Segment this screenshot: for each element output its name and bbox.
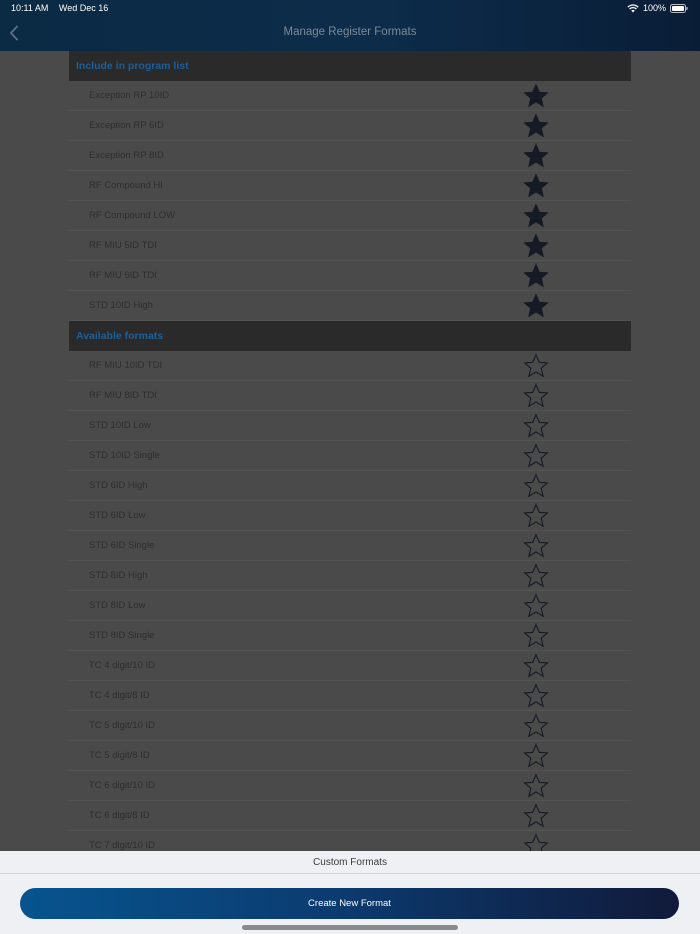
star-outline-icon[interactable] xyxy=(523,682,549,709)
home-indicator xyxy=(242,925,458,930)
page-title: Manage Register Formats xyxy=(283,26,417,38)
list-item[interactable]: TC 5 digit/8 ID xyxy=(69,741,631,771)
list-item-label: TC 6 digit/10 ID xyxy=(89,780,155,791)
list-item-label: TC 7 digit/10 ID xyxy=(89,840,155,851)
battery-icon xyxy=(670,3,688,13)
star-outline-icon[interactable] xyxy=(523,622,549,649)
star-outline-icon[interactable] xyxy=(523,712,549,739)
star-outline-icon[interactable] xyxy=(523,652,549,679)
star-filled-icon[interactable] xyxy=(523,112,549,139)
list-item[interactable]: TC 7 digit/10 ID xyxy=(69,831,631,851)
star-outline-icon[interactable] xyxy=(523,772,549,799)
formats-list-scroll[interactable]: Include in program list Exception RP 10ID… xyxy=(0,51,700,851)
list-item-label: RF MIU 10ID TDI xyxy=(89,360,163,371)
list-item[interactable]: STD 8ID Low xyxy=(69,591,631,621)
star-filled-icon[interactable] xyxy=(523,202,549,229)
list-item-label: STD 6ID Low xyxy=(89,510,146,521)
star-filled-icon[interactable] xyxy=(523,292,549,319)
star-outline-icon[interactable] xyxy=(523,802,549,829)
list-item-label: STD 10ID Single xyxy=(89,450,160,461)
list-item[interactable]: Exception RP 10ID xyxy=(69,81,631,111)
list-item-label: TC 5 digit/8 ID xyxy=(89,750,150,761)
list-item[interactable]: STD 8ID Single xyxy=(69,621,631,651)
list-item-label: Exception RP 8ID xyxy=(89,150,164,161)
list-item[interactable]: RF MIU 10ID TDI xyxy=(69,351,631,381)
star-outline-icon[interactable] xyxy=(523,502,549,529)
list-item[interactable]: TC 4 digit/8 ID xyxy=(69,681,631,711)
star-filled-icon[interactable] xyxy=(523,172,549,199)
list-item[interactable]: TC 4 digit/10 ID xyxy=(69,651,631,681)
list-item[interactable]: TC 5 digit/10 ID xyxy=(69,711,631,741)
star-outline-icon[interactable] xyxy=(523,532,549,559)
star-outline-icon[interactable] xyxy=(523,412,549,439)
star-outline-icon[interactable] xyxy=(523,382,549,409)
section-header: Include in program list xyxy=(69,51,631,81)
list-item-label: RF Compound HI xyxy=(89,180,163,191)
list-item-label: STD 8ID High xyxy=(89,570,148,581)
list-item-label: TC 6 digit/8 ID xyxy=(89,810,150,821)
list-item[interactable]: RF Compound HI xyxy=(69,171,631,201)
list-item[interactable]: RF MIU 5ID TDI xyxy=(69,231,631,261)
list-item-label: STD 10ID Low xyxy=(89,420,151,431)
star-outline-icon[interactable] xyxy=(523,592,549,619)
star-filled-icon[interactable] xyxy=(523,142,549,169)
list-item[interactable]: STD 8ID High xyxy=(69,561,631,591)
list-item[interactable]: RF MIU 6ID TDI xyxy=(69,261,631,291)
status-bar-right: 100% xyxy=(627,3,688,13)
status-date: Wed Dec 16 xyxy=(58,3,109,13)
list-item-label: RF MIU 8ID TDI xyxy=(89,390,157,401)
create-new-format-button[interactable]: Create New Format xyxy=(20,888,679,919)
list-item-label: Exception RP 10ID xyxy=(89,90,170,101)
star-outline-icon[interactable] xyxy=(523,562,549,589)
list-item-label: TC 4 digit/10 ID xyxy=(89,660,155,671)
list-item[interactable]: STD 10ID Single xyxy=(69,441,631,471)
custom-formats-panel: Custom Formats Create New Format xyxy=(0,851,700,934)
list-item-label: RF MIU 5ID TDI xyxy=(89,240,157,251)
list-item[interactable]: STD 6ID High xyxy=(69,471,631,501)
list-item-label: STD 8ID Single xyxy=(89,630,155,641)
list-item-label: Exception RP 6ID xyxy=(89,120,164,131)
list-item[interactable]: STD 6ID Single xyxy=(69,531,631,561)
status-bar-left: 10:11 AM Wed Dec 16 xyxy=(11,3,116,13)
star-filled-icon[interactable] xyxy=(523,82,549,109)
list-item-label: STD 6ID High xyxy=(89,480,148,491)
list-item[interactable]: RF MIU 8ID TDI xyxy=(69,381,631,411)
star-outline-icon[interactable] xyxy=(523,472,549,499)
list-item-label: RF Compound LOW xyxy=(89,210,176,221)
list-item[interactable]: STD 6ID Low xyxy=(69,501,631,531)
custom-formats-title: Custom Formats xyxy=(0,851,700,874)
list-item-label: TC 4 digit/8 ID xyxy=(89,690,150,701)
list-item[interactable]: TC 6 digit/8 ID xyxy=(69,801,631,831)
list-item[interactable]: Exception RP 6ID xyxy=(69,111,631,141)
list-item-label: STD 10ID High xyxy=(89,300,153,311)
battery-percent: 100% xyxy=(642,3,666,13)
top-bar: 10:11 AM Wed Dec 16 100% Manage Register… xyxy=(0,0,700,51)
list-item-label: RF MIU 6ID TDI xyxy=(89,270,157,281)
star-outline-icon[interactable] xyxy=(523,832,549,851)
list-item-label: STD 6ID Single xyxy=(89,540,155,551)
list-item[interactable]: Exception RP 8ID xyxy=(69,141,631,171)
wifi-icon xyxy=(627,3,639,13)
section-header: Available formats xyxy=(69,321,631,351)
star-filled-icon[interactable] xyxy=(523,232,549,259)
star-outline-icon[interactable] xyxy=(523,442,549,469)
status-time: 10:11 AM xyxy=(11,3,49,13)
list-item[interactable]: RF Compound LOW xyxy=(69,201,631,231)
list-item-label: STD 8ID Low xyxy=(89,600,146,611)
list-item[interactable]: STD 10ID High xyxy=(69,291,631,321)
list-item[interactable]: STD 10ID Low xyxy=(69,411,631,441)
list-item[interactable]: TC 6 digit/10 ID xyxy=(69,771,631,801)
star-filled-icon[interactable] xyxy=(523,262,549,289)
star-outline-icon[interactable] xyxy=(523,742,549,769)
star-outline-icon[interactable] xyxy=(523,352,549,379)
list-item-label: TC 5 digit/10 ID xyxy=(89,720,155,731)
formats-list: Include in program list Exception RP 10ID… xyxy=(69,51,631,851)
